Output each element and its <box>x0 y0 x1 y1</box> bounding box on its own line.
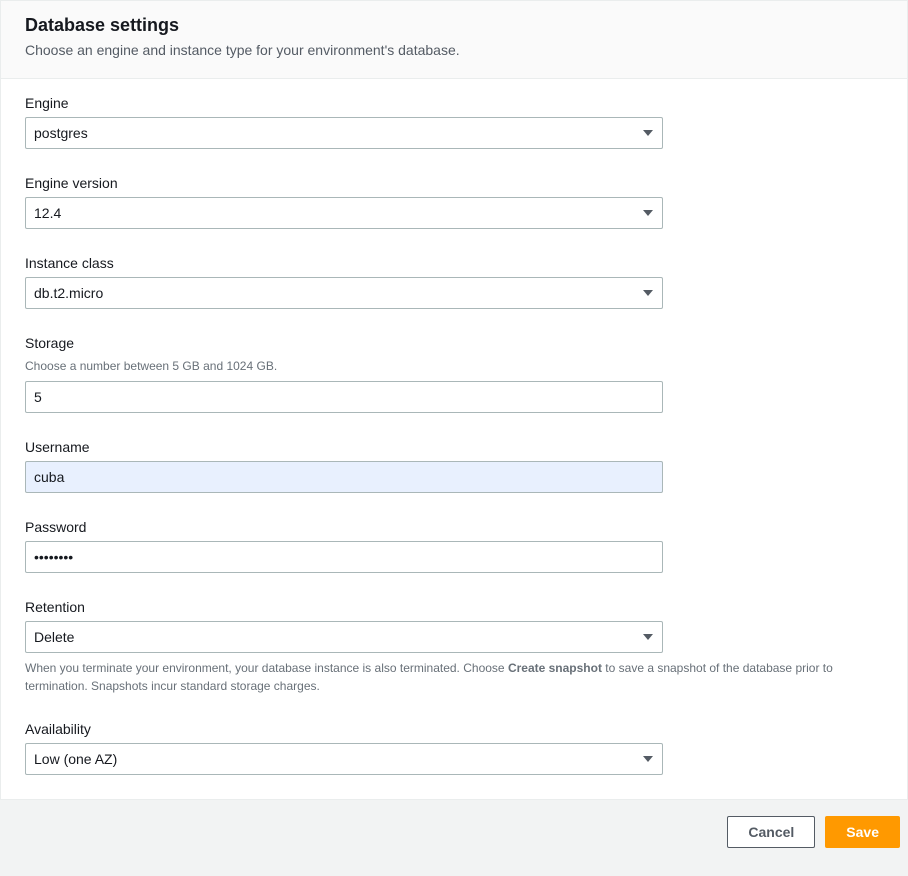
engine-select-wrap: postgres <box>25 117 663 149</box>
field-engine: Engine postgres <box>25 95 883 149</box>
save-button[interactable]: Save <box>825 816 900 848</box>
availability-select[interactable]: Low (one AZ) <box>25 743 663 775</box>
availability-label: Availability <box>25 721 883 737</box>
panel-subtitle: Choose an engine and instance type for y… <box>25 42 883 58</box>
engine-label: Engine <box>25 95 883 111</box>
panel-title: Database settings <box>25 15 883 36</box>
retention-label: Retention <box>25 599 883 615</box>
field-storage: Storage Choose a number between 5 GB and… <box>25 335 883 413</box>
instance-class-select-wrap: db.t2.micro <box>25 277 663 309</box>
field-instance-class: Instance class db.t2.micro <box>25 255 883 309</box>
storage-input[interactable] <box>25 381 663 413</box>
form-footer: Cancel Save <box>0 800 908 864</box>
retention-select-wrap: Delete <box>25 621 663 653</box>
username-label: Username <box>25 439 883 455</box>
username-input[interactable] <box>25 461 663 493</box>
database-settings-panel: Database settings Choose an engine and i… <box>0 0 908 800</box>
panel-body: Engine postgres Engine version 12.4 <box>1 79 907 799</box>
field-retention: Retention Delete When you terminate your… <box>25 599 883 695</box>
engine-version-select-wrap: 12.4 <box>25 197 663 229</box>
engine-version-select[interactable]: 12.4 <box>25 197 663 229</box>
retention-help-prefix: When you terminate your environment, you… <box>25 661 508 675</box>
cancel-button[interactable]: Cancel <box>727 816 815 848</box>
field-password: Password <box>25 519 883 573</box>
instance-class-label: Instance class <box>25 255 883 271</box>
field-engine-version: Engine version 12.4 <box>25 175 883 229</box>
retention-help: When you terminate your environment, you… <box>25 659 883 695</box>
password-label: Password <box>25 519 883 535</box>
field-username: Username <box>25 439 883 493</box>
retention-select[interactable]: Delete <box>25 621 663 653</box>
panel-header: Database settings Choose an engine and i… <box>1 1 907 79</box>
engine-select[interactable]: postgres <box>25 117 663 149</box>
engine-version-label: Engine version <box>25 175 883 191</box>
instance-class-select[interactable]: db.t2.micro <box>25 277 663 309</box>
storage-help: Choose a number between 5 GB and 1024 GB… <box>25 357 883 375</box>
field-availability: Availability Low (one AZ) <box>25 721 883 775</box>
retention-help-bold: Create snapshot <box>508 661 602 675</box>
storage-label: Storage <box>25 335 883 351</box>
password-input[interactable] <box>25 541 663 573</box>
availability-select-wrap: Low (one AZ) <box>25 743 663 775</box>
